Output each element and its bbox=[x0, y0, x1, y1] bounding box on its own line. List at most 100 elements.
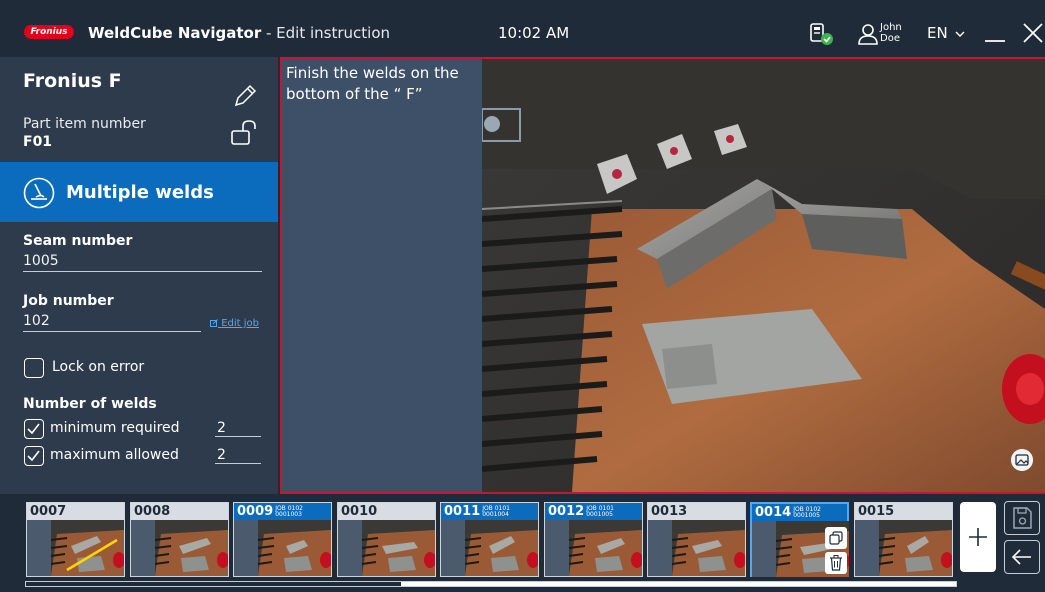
instruction-thumbnail[interactable]: 0011 JOB 0101 0001004 bbox=[440, 502, 539, 577]
arrow-left-icon bbox=[1011, 549, 1031, 565]
weld-mode-banner[interactable]: Multiple welds bbox=[0, 162, 278, 222]
thumbnail-code: 0001003 bbox=[275, 510, 302, 518]
instruction-text[interactable]: Finish the welds on the bottom of the “ … bbox=[286, 63, 476, 105]
thumbnail-header: 0015 bbox=[855, 503, 952, 520]
trash-icon bbox=[830, 555, 842, 571]
thumbnail-id: 0010 bbox=[341, 504, 378, 519]
instruction-thumbnail[interactable]: 0008 bbox=[130, 502, 229, 577]
thumbnail-id: 0012 bbox=[548, 504, 585, 519]
minimize-icon[interactable] bbox=[985, 30, 1005, 42]
thumbnail-header: 0011 JOB 0101 0001004 bbox=[441, 503, 538, 520]
thumbnail-preview bbox=[27, 520, 124, 576]
thumbnail-header: 0009 JOB 0102 0001003 bbox=[234, 503, 331, 520]
scrollbar-thumb[interactable] bbox=[401, 582, 956, 586]
user-name[interactable]: John Doe bbox=[880, 22, 902, 44]
thumbnail-code: 0001004 bbox=[482, 510, 509, 518]
thumbnail-image bbox=[441, 520, 538, 576]
thumbnail-image bbox=[648, 520, 745, 576]
thumbnail-image bbox=[27, 520, 124, 576]
thumbnail-image bbox=[234, 520, 331, 576]
thumbnail-image bbox=[131, 520, 228, 576]
thumbnail-code: 0001005 bbox=[586, 510, 613, 518]
thumbnail-image bbox=[855, 520, 952, 576]
thumbnail-header: 0012 JOB 0101 0001005 bbox=[545, 503, 642, 520]
close-icon[interactable] bbox=[1023, 23, 1043, 43]
job-number-input[interactable]: 102 bbox=[23, 313, 201, 332]
weld-mode-label: Multiple welds bbox=[66, 182, 214, 203]
thumbnail-header: 0010 bbox=[338, 503, 435, 520]
thumbnail-meta: JOB 0102 0001005 bbox=[793, 506, 821, 519]
minimum-required-label: minimum required bbox=[50, 420, 180, 436]
thumbnail-id: 0009 bbox=[237, 504, 274, 519]
checkmark-icon bbox=[27, 423, 40, 435]
pencil-icon[interactable] bbox=[232, 83, 258, 109]
user-icon[interactable] bbox=[857, 23, 879, 45]
external-link-icon bbox=[210, 319, 218, 327]
device-status-icon[interactable] bbox=[808, 22, 834, 46]
thumbnail-meta: JOB 0101 0001005 bbox=[586, 505, 614, 518]
thumbnail-preview bbox=[648, 520, 745, 576]
part-name: Fronius F bbox=[23, 70, 122, 92]
maximum-allowed-label: maximum allowed bbox=[50, 447, 179, 463]
instruction-panel[interactable]: Finish the welds on the bottom of the “ … bbox=[280, 57, 1045, 494]
checkmark-icon bbox=[27, 450, 40, 462]
thumbnail-scrollbar[interactable] bbox=[25, 581, 957, 587]
thumbnail-code: 0001005 bbox=[793, 511, 820, 519]
instruction-thumbnail[interactable]: 0009 JOB 0102 0001003 bbox=[233, 502, 332, 577]
thumbnail-preview bbox=[131, 520, 228, 576]
thumbnail-image bbox=[338, 520, 435, 576]
maximum-allowed-checkbox[interactable] bbox=[24, 446, 44, 466]
thumbnail-header: 0014 JOB 0102 0001005 bbox=[752, 504, 847, 521]
lock-on-error-label: Lock on error bbox=[52, 359, 145, 375]
thumbnail-preview bbox=[441, 520, 538, 576]
fronius-logo: Fronius bbox=[24, 25, 74, 39]
unlock-icon[interactable] bbox=[230, 120, 260, 146]
instruction-thumbnail[interactable]: 0012 JOB 0101 0001005 bbox=[544, 502, 643, 577]
thumbnail-meta: JOB 0101 0001004 bbox=[482, 505, 510, 518]
thumbnail-header: 0008 bbox=[131, 503, 228, 520]
app-title: WeldCube Navigator - Edit instruction bbox=[88, 24, 390, 42]
thumbnail-meta: JOB 0102 0001003 bbox=[275, 505, 303, 518]
thumbnail-id: 0008 bbox=[134, 504, 171, 519]
job-number-label: Job number bbox=[23, 293, 114, 309]
instruction-thumbnail[interactable]: 0010 bbox=[337, 502, 436, 577]
thumbnail-id: 0015 bbox=[858, 504, 895, 519]
weld-photo bbox=[482, 59, 1045, 492]
edit-job-link[interactable]: Edit job bbox=[210, 318, 259, 329]
instruction-strip: 0007 0008 0009 JOB 0102 0001003 0010 0011 JOB 0… bbox=[0, 494, 1045, 592]
number-of-welds-label: Number of welds bbox=[23, 396, 157, 412]
instruction-thumbnail[interactable]: 0015 bbox=[854, 502, 953, 577]
copy-icon bbox=[829, 531, 843, 545]
add-instruction-button[interactable] bbox=[960, 502, 996, 572]
thumbnail-id: 0011 bbox=[444, 504, 481, 519]
thumbnail-header: 0007 bbox=[27, 503, 124, 520]
title-separator: - bbox=[261, 24, 277, 42]
minimum-required-input[interactable]: 2 bbox=[215, 420, 261, 437]
instruction-thumbnail[interactable]: 0007 bbox=[26, 502, 125, 577]
lock-on-error-checkbox[interactable] bbox=[24, 358, 44, 378]
instruction-thumbnail[interactable]: 0014 JOB 0102 0001005 bbox=[750, 502, 849, 577]
thumbnail-preview bbox=[234, 520, 331, 576]
clock: 10:02 AM bbox=[498, 24, 570, 42]
delete-button[interactable] bbox=[825, 552, 847, 574]
thumbnail-id: 0014 bbox=[755, 505, 792, 520]
minimum-required-checkbox[interactable] bbox=[24, 419, 44, 439]
thumbnail-id: 0013 bbox=[651, 504, 688, 519]
language-selector[interactable]: EN bbox=[927, 24, 965, 42]
multiple-welds-icon bbox=[23, 177, 55, 209]
thumbnail-preview bbox=[545, 520, 642, 576]
maximum-allowed-input[interactable]: 2 bbox=[215, 447, 261, 464]
image-icon[interactable] bbox=[1011, 449, 1033, 471]
duplicate-button[interactable] bbox=[825, 527, 847, 549]
thumbnail-preview bbox=[338, 520, 435, 576]
thumbnail-header: 0013 bbox=[648, 503, 745, 520]
thumbnail-image bbox=[545, 520, 642, 576]
instruction-thumbnail[interactable]: 0013 bbox=[647, 502, 746, 577]
save-icon bbox=[1013, 507, 1032, 529]
part-item-label: Part item number bbox=[23, 116, 146, 132]
app-name: WeldCube Navigator bbox=[88, 24, 262, 42]
seam-number-input[interactable]: 1005 bbox=[23, 253, 262, 272]
save-button[interactable] bbox=[1004, 501, 1040, 535]
back-button[interactable] bbox=[1004, 540, 1040, 574]
thumbnail-preview bbox=[855, 520, 952, 576]
